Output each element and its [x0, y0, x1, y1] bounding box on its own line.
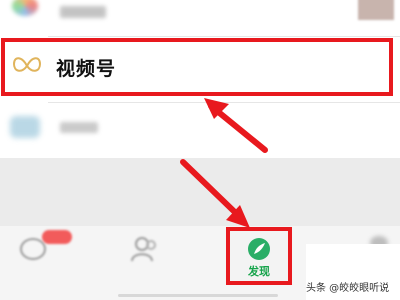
scan-icon: [10, 116, 40, 138]
tab-chats[interactable]: [0, 226, 72, 286]
moments-icon: [12, 0, 38, 16]
chat-bubble-icon: [20, 238, 46, 260]
divider: [48, 36, 400, 37]
contacts-icon: [131, 237, 156, 262]
watermark-text: 头条 @皎皎眼听说: [306, 283, 390, 294]
divider: [48, 102, 400, 103]
tab-discover-label: 发现: [248, 265, 270, 278]
discover-menu-list: 视频号: [0, 0, 400, 158]
moments-thumbnail: [358, 0, 394, 20]
menu-item-moments-label: [60, 6, 106, 18]
menu-item-moments[interactable]: [0, 0, 400, 36]
unread-badge: [42, 230, 72, 244]
menu-item-scan-label: [60, 122, 98, 133]
compass-icon: [248, 238, 270, 260]
tab-contacts[interactable]: [105, 226, 185, 286]
list-background: [0, 158, 400, 226]
home-indicator: [118, 294, 278, 297]
channels-highlight-box: [1, 38, 393, 96]
tab-discover[interactable]: 发现: [226, 227, 292, 285]
